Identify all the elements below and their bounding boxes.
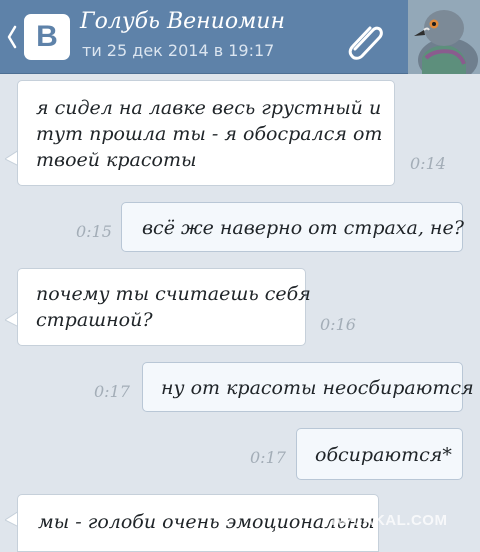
message-time: 0:16	[320, 315, 356, 334]
message-time: 0:14	[410, 154, 446, 173]
back-chevron-icon[interactable]	[6, 24, 18, 50]
message-bubble-outgoing[interactable]: всё же наверно от страха, не?	[121, 202, 464, 252]
message-text: обсираются*	[315, 444, 452, 466]
message-time: 0:17	[250, 448, 286, 467]
message-text: я сидел на лавке весь грустный и тут про…	[36, 97, 383, 171]
message-time: 0:15	[76, 222, 112, 241]
vk-logo-letter: В	[36, 20, 58, 53]
message-bubble-incoming[interactable]: почему ты считаешь себя страшной?	[17, 268, 311, 346]
paperclip-icon[interactable]	[342, 16, 388, 62]
message-bubble-outgoing[interactable]: обсираются*	[296, 428, 463, 480]
message-text: всё же наверно от страха, не?	[142, 217, 464, 239]
contact-avatar[interactable]	[408, 0, 480, 74]
watermark: YAPLAKAL.COM	[322, 512, 448, 529]
message-text: почему ты считаешь себя страшной?	[36, 283, 311, 331]
message-text: ну от красоты неосбираются	[161, 377, 474, 399]
pigeon-avatar-image	[408, 0, 480, 74]
contact-name[interactable]: Голубь Вениомин	[80, 9, 285, 34]
last-seen-status: ти 25 дек 2014 в 19:17	[82, 41, 275, 60]
chat-header: В Голубь Вениомин ти 25 дек 2014 в 19:17	[0, 0, 480, 74]
message-bubble-incoming[interactable]: я сидел на лавке весь грустный и тут про…	[17, 80, 395, 186]
message-time: 0:17	[94, 382, 130, 401]
message-bubble-outgoing[interactable]: ну от красоты неосбираются	[142, 362, 474, 412]
vk-logo[interactable]: В	[24, 14, 70, 60]
